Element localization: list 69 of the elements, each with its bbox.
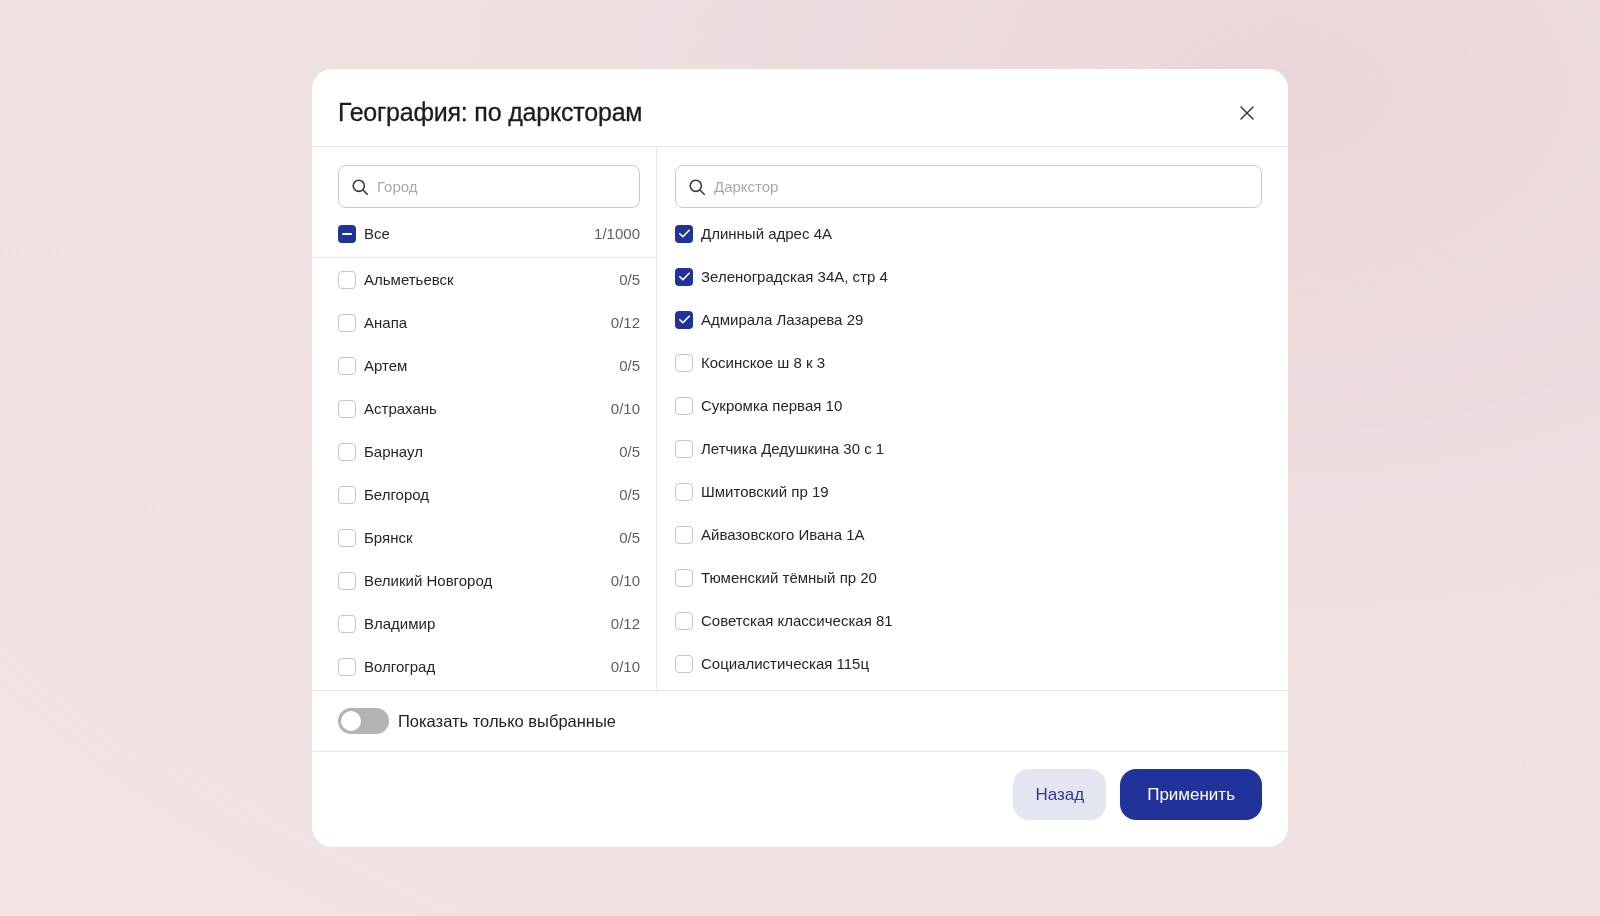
darkstore-label: Советская классическая 81	[701, 612, 894, 629]
city-count: 0/12	[610, 615, 640, 632]
city-label: Владимир	[364, 615, 437, 632]
apply-button[interactable]: Применить	[1120, 769, 1262, 820]
city-count: 0/12	[610, 314, 640, 331]
city-label: Астрахань	[364, 400, 438, 417]
toggle-label: Показать только выбранные	[398, 711, 616, 731]
checkbox[interactable]	[338, 356, 356, 375]
checkbox[interactable]	[675, 611, 693, 630]
city-label: Белгород	[364, 486, 431, 503]
total-count: 1/1000	[594, 225, 640, 242]
darkstore-label: Социалистическая 115ц	[701, 655, 871, 672]
city-label: Артем	[364, 357, 409, 374]
checkbox[interactable]	[675, 224, 693, 243]
darkstore-label: Адмирала Лазарева 29	[701, 311, 865, 328]
checkbox[interactable]	[675, 525, 693, 544]
checkbox[interactable]	[338, 313, 356, 332]
checkbox[interactable]	[338, 442, 356, 461]
toggle-switch[interactable]	[338, 708, 389, 734]
city-label: Альметьевск	[364, 271, 455, 288]
checkbox[interactable]	[675, 353, 693, 372]
checkbox[interactable]	[338, 528, 356, 547]
checkbox[interactable]	[675, 482, 693, 501]
city-label: Великий Новгород	[364, 572, 494, 589]
city-count: 0/5	[619, 486, 640, 503]
checkbox[interactable]	[338, 399, 356, 418]
checkbox[interactable]	[338, 571, 356, 590]
select-all-label: Все	[364, 225, 391, 242]
checkbox[interactable]	[338, 614, 356, 633]
minus-icon	[342, 232, 352, 235]
checkbox[interactable]	[675, 568, 693, 587]
search-icon	[352, 178, 368, 195]
back-button[interactable]: Назад	[1013, 769, 1107, 820]
city-count: 0/5	[619, 443, 640, 460]
checkbox[interactable]	[675, 439, 693, 458]
city-count: 0/10	[610, 572, 640, 589]
check-icon	[678, 315, 690, 324]
city-search-field[interactable]: Город	[338, 165, 640, 208]
city-label: Брянск	[364, 529, 414, 546]
checkbox[interactable]	[675, 310, 693, 329]
check-icon	[678, 229, 690, 238]
city-label: Волгоград	[364, 658, 437, 675]
checkbox[interactable]	[675, 396, 693, 415]
darkstore-label: Шмитовский пр 19	[701, 483, 830, 500]
darkstore-label: Летчика Дедушкина 30 с 1	[701, 440, 886, 457]
city-count: 0/5	[619, 529, 640, 546]
checkbox[interactable]	[338, 485, 356, 504]
dialog-title: География: по дарксторам	[338, 98, 643, 127]
checkbox[interactable]	[338, 270, 356, 289]
city-count: 0/10	[610, 400, 640, 417]
close-icon	[1240, 105, 1254, 120]
check-icon	[678, 272, 690, 281]
checkbox[interactable]	[675, 267, 693, 286]
darkstore-search-field[interactable]: Даркстор	[675, 165, 1262, 208]
darkstore-label: Айвазовского Ивана 1А	[701, 526, 866, 543]
city-label: Барнаул	[364, 443, 424, 460]
checkbox[interactable]	[338, 657, 356, 676]
darkstore-label: Длинный адрес 4А	[701, 225, 833, 242]
checkbox[interactable]	[675, 654, 693, 673]
darkstore-label: Зеленоградская 34А, стр 4	[701, 268, 889, 285]
city-count: 0/5	[619, 357, 640, 374]
search-icon	[689, 178, 705, 195]
city-count: 0/10	[610, 658, 640, 675]
city-count: 0/5	[619, 271, 640, 288]
darkstore-label: Сукромка первая 10	[701, 397, 844, 414]
darkstore-label: Косинское ш 8 к 3	[701, 354, 827, 371]
checkbox[interactable]	[338, 224, 356, 243]
city-label: Анапа	[364, 314, 409, 331]
darkstore-label: Тюменский тёмный пр 20	[701, 569, 878, 586]
